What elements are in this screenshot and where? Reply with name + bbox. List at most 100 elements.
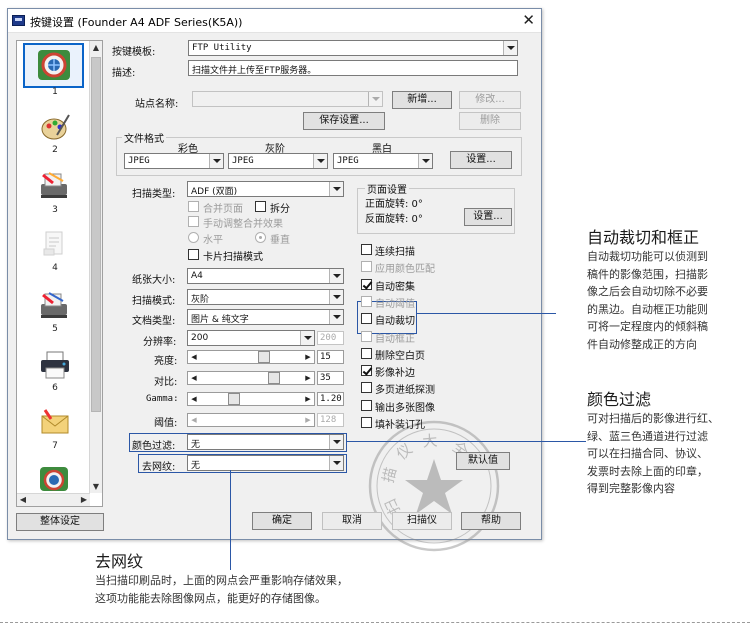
option-label: 连续扫描 — [375, 247, 415, 258]
gray-format-select[interactable]: JPEG — [228, 153, 328, 169]
format-settings-button[interactable]: 设置... — [450, 151, 512, 169]
threshold-slider[interactable]: ◀ ▶ — [187, 413, 315, 427]
contrast-value[interactable]: 35 — [317, 371, 344, 385]
manual-merge-checkbox[interactable] — [188, 216, 199, 227]
vertical-scrollbar[interactable]: ▲ ▼ — [89, 41, 102, 493]
title-bar: 按键设置 (Founder A4 ADF Series(K5A)) ✕ — [8, 9, 541, 33]
scroll-down-icon[interactable]: ▼ — [90, 482, 102, 491]
scrollbar-thumb[interactable] — [91, 57, 101, 412]
printer-icon[interactable] — [39, 349, 71, 381]
slider-left-icon[interactable]: ◀ — [188, 351, 200, 363]
scan-button[interactable]: 扫描仪 — [392, 512, 452, 530]
button-template-value: FTP Utility — [192, 43, 252, 53]
scan-mode-value: 灰阶 — [191, 295, 210, 305]
page-settings-button[interactable]: 设置... — [464, 208, 512, 226]
card-scan-checkbox[interactable] — [188, 249, 199, 260]
bw-format-value: JPEG — [337, 156, 359, 166]
option-checkbox[interactable] — [361, 400, 372, 411]
paper-size-label: 纸张大小: — [132, 275, 176, 286]
scanner-app-icon — [12, 15, 25, 26]
filter-callout-line — [346, 441, 586, 442]
vertical-radio[interactable] — [255, 232, 266, 243]
option-checkbox[interactable] — [361, 382, 372, 393]
scanner-color-icon[interactable] — [39, 171, 71, 201]
merge-pages-checkbox[interactable] — [188, 201, 199, 212]
brightness-value[interactable]: 15 — [317, 350, 344, 364]
color-filter-value: 无 — [191, 440, 201, 450]
resolution-custom-field[interactable]: 200 — [317, 331, 344, 345]
contrast-slider-thumb[interactable] — [268, 372, 280, 384]
crop-body-line: 可将一定程度内的倾斜稿 — [587, 320, 708, 333]
scanner-icon[interactable] — [39, 291, 71, 321]
horizontal-radio[interactable] — [188, 232, 199, 243]
option-checkbox[interactable] — [361, 365, 372, 376]
paper-size-select[interactable]: A4 — [187, 268, 344, 284]
gamma-slider-thumb[interactable] — [228, 393, 240, 405]
palette-icon[interactable] — [39, 111, 71, 143]
slider-right-icon[interactable]: ▶ — [302, 372, 314, 384]
descreen-annotation-title: 去网纹 — [95, 552, 144, 571]
document-icon[interactable] — [41, 229, 69, 259]
descreen-select[interactable]: 无 — [187, 455, 344, 471]
scroll-right-icon[interactable]: ▶ — [78, 495, 90, 504]
brightness-slider-thumb[interactable] — [258, 351, 270, 363]
cancel-button[interactable]: 取消 — [322, 512, 382, 530]
default-button[interactable]: 默认值 — [456, 452, 510, 470]
option-checkbox[interactable] — [361, 244, 372, 255]
file-format-group-title: 文件格式 — [122, 130, 166, 145]
delete-site-button[interactable]: 删除 — [459, 112, 521, 130]
slider-right-icon[interactable]: ▶ — [302, 351, 314, 363]
close-icon[interactable]: ✕ — [522, 11, 535, 29]
gray-format-value: JPEG — [232, 156, 254, 166]
crop-annotation-title: 自动裁切和框正 — [587, 228, 700, 247]
threshold-value[interactable]: 128 — [317, 413, 344, 427]
modify-site-button[interactable]: 修改... — [459, 91, 521, 109]
gamma-slider[interactable]: ◀ ▶ — [187, 392, 315, 406]
option-checkbox[interactable] — [361, 417, 372, 428]
color-filter-select[interactable]: 无 — [187, 434, 344, 450]
save-settings-button[interactable]: 保存设置... — [303, 112, 385, 130]
option-checkbox[interactable] — [361, 348, 372, 359]
option-checkbox[interactable] — [361, 331, 372, 342]
brightness-slider[interactable]: ◀ ▶ — [187, 350, 315, 364]
button-template-select[interactable]: FTP Utility — [188, 40, 518, 56]
thumbnail-number-6: 6 — [52, 383, 58, 393]
slider-left-icon[interactable]: ◀ — [188, 414, 200, 426]
split-checkbox[interactable] — [255, 201, 266, 212]
chevron-down-icon — [329, 290, 343, 304]
help-button[interactable]: 帮助 — [461, 512, 521, 530]
chevron-down-icon — [368, 92, 382, 106]
scroll-left-icon[interactable]: ◀ — [17, 495, 29, 504]
descreen-body-line: 这项功能能去除图像网点，能更好的存储图像。 — [95, 591, 326, 605]
filter-body-line: 可对扫描后的影像进行红、 — [587, 412, 719, 425]
slider-left-icon[interactable]: ◀ — [188, 372, 200, 384]
scan-type-select[interactable]: ADF (双面) — [187, 181, 344, 197]
site-name-select[interactable] — [192, 91, 383, 107]
slider-right-icon[interactable]: ▶ — [302, 393, 314, 405]
slider-left-icon[interactable]: ◀ — [188, 393, 200, 405]
resolution-select[interactable]: 200 — [187, 330, 315, 346]
scan-mode-select[interactable]: 灰阶 — [187, 289, 344, 305]
doc-type-select[interactable]: 图片 & 纯文字 — [187, 309, 344, 325]
option-checkbox[interactable] — [361, 296, 372, 307]
color-format-select[interactable]: JPEG — [124, 153, 224, 169]
option-checkbox[interactable] — [361, 313, 372, 324]
color-format-value: JPEG — [128, 156, 150, 166]
ftp-globe-icon-2[interactable] — [37, 465, 71, 491]
scroll-up-icon[interactable]: ▲ — [90, 43, 102, 52]
filter-annotation-body: 可对扫描后的影像进行红、 绿、蓝三色通道进行过滤 可以在扫描合同、协议、 发票时… — [587, 410, 719, 498]
description-field[interactable]: 扫描文件并上传至FTP服务器。 — [188, 60, 518, 76]
slider-right-icon[interactable]: ▶ — [302, 414, 314, 426]
global-settings-button[interactable]: 整体设定 — [16, 513, 104, 531]
contrast-label: 对比: — [154, 377, 178, 388]
gamma-value[interactable]: 1.20 — [317, 392, 344, 406]
horizontal-scrollbar[interactable]: ◀ ▶ — [17, 493, 90, 506]
option-checkbox[interactable] — [361, 261, 372, 272]
ok-button[interactable]: 确定 — [252, 512, 312, 530]
bw-format-select[interactable]: JPEG — [333, 153, 433, 169]
new-site-button[interactable]: 新增... — [392, 91, 452, 109]
ftp-globe-icon[interactable] — [35, 47, 73, 83]
email-icon[interactable] — [39, 407, 71, 437]
contrast-slider[interactable]: ◀ ▶ — [187, 371, 315, 385]
option-checkbox[interactable] — [361, 279, 372, 290]
